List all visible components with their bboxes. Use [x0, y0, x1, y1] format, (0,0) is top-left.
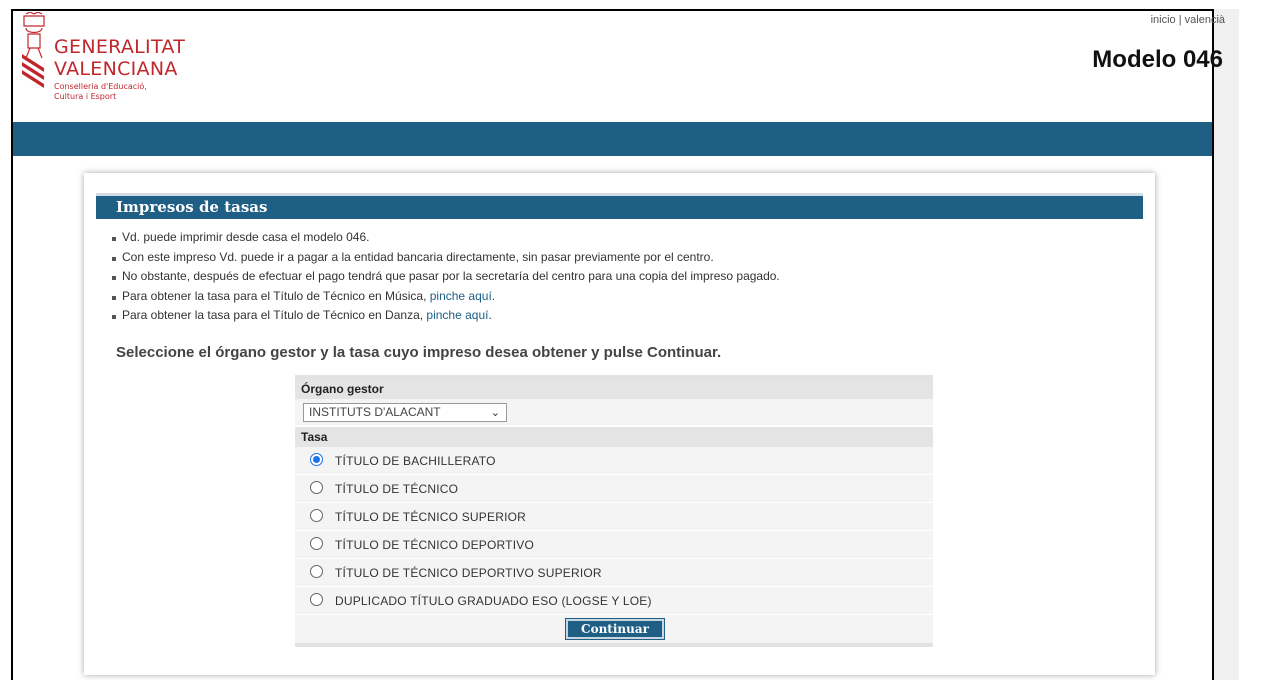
tasa-option[interactable]: TÍTULO DE TÉCNICO [295, 475, 933, 503]
radio-button[interactable] [310, 509, 323, 522]
continuar-button[interactable]: Continuar [565, 618, 665, 640]
list-item-text: Para obtener la tasa para el Título de T… [122, 308, 427, 323]
chevron-down-icon: ⌄ [490, 407, 500, 419]
header-bar [13, 122, 1212, 156]
list-item-text: Vd. puede imprimir desde casa el modelo … [122, 230, 370, 244]
tasa-form: Órgano gestor INSTITUTS D'ALACANT ⌄ Tasa… [295, 375, 933, 647]
logo-subtitle: Conselleria d'Educació, Cultura i Esport [54, 82, 147, 102]
page-margin [1239, 0, 1263, 680]
organo-select[interactable]: INSTITUTS D'ALACANT ⌄ [303, 403, 507, 422]
tasa-option-label: DUPLICADO TÍTULO GRADUADO ESO (LOGSE Y L… [335, 594, 652, 608]
organo-label: Órgano gestor [295, 379, 933, 399]
logo-title-line2: VALENCIANA [54, 58, 178, 80]
radio-button[interactable] [310, 593, 323, 606]
logo-subtitle-line1: Conselleria d'Educació, [54, 82, 147, 91]
radio-button[interactable] [310, 565, 323, 578]
list-item-text: Con este impreso Vd. puede ir a pagar a … [122, 249, 714, 264]
radio-button[interactable] [310, 537, 323, 550]
list-item: Para obtener la tasa para el Título de T… [112, 287, 780, 307]
list-item: No obstante, después de efectuar el pago… [112, 267, 780, 287]
instruction-text: Seleccione el órgano gestor y la tasa cu… [116, 344, 722, 361]
crest-icon [22, 12, 45, 88]
tasa-option-label: TÍTULO DE BACHILLERATO [335, 454, 496, 468]
tasa-option-label: TÍTULO DE TÉCNICO SUPERIOR [335, 510, 527, 524]
top-links: inicio | valencià [1151, 14, 1225, 26]
info-list: Vd. puede imprimir desde casa el modelo … [112, 228, 780, 326]
danza-link[interactable]: pinche aquí [426, 308, 488, 322]
list-item: Para obtener la tasa para el Título de T… [112, 306, 780, 326]
scrollbar[interactable] [1214, 9, 1240, 680]
tasa-option[interactable]: TÍTULO DE TÉCNICO DEPORTIVO SUPERIOR [295, 559, 933, 587]
logo-title-line1: GENERALITAT [54, 36, 186, 58]
main-panel: Impresos de tasas Vd. puede imprimir des… [84, 173, 1155, 675]
list-item: Vd. puede imprimir desde casa el modelo … [112, 228, 780, 248]
page-title: Modelo 046 [1092, 46, 1223, 73]
inicio-link[interactable]: inicio [1151, 14, 1176, 26]
panel-heading-text: Impresos de tasas [116, 198, 268, 216]
top-links-separator: | [1178, 14, 1182, 26]
tasa-option-label: TÍTULO DE TÉCNICO DEPORTIVO [335, 538, 534, 552]
tasa-option-label: TÍTULO DE TÉCNICO DEPORTIVO SUPERIOR [335, 566, 602, 580]
tasa-option-label: TÍTULO DE TÉCNICO [335, 482, 459, 496]
submit-row: Continuar [295, 615, 933, 643]
language-link[interactable]: valencià [1185, 14, 1225, 26]
generalitat-logo[interactable]: GENERALITAT VALENCIANA Conselleria d'Edu… [20, 12, 220, 122]
radio-button[interactable] [310, 481, 323, 494]
tasa-label: Tasa [295, 427, 933, 447]
organo-row: INSTITUTS D'ALACANT ⌄ [295, 399, 933, 427]
musica-link[interactable]: pinche aquí [430, 289, 492, 303]
form-divider [295, 643, 933, 647]
tasa-option[interactable]: DUPLICADO TÍTULO GRADUADO ESO (LOGSE Y L… [295, 587, 933, 615]
panel-heading: Impresos de tasas [96, 193, 1143, 219]
list-item: Con este impreso Vd. puede ir a pagar a … [112, 248, 780, 268]
tasa-option[interactable]: TÍTULO DE TÉCNICO SUPERIOR [295, 503, 933, 531]
list-item-text: No obstante, después de efectuar el pago… [122, 269, 780, 284]
logo-subtitle-line2: Cultura i Esport [54, 92, 117, 101]
list-item-text: Para obtener la tasa para el Título de T… [122, 288, 430, 303]
tasa-option[interactable]: TÍTULO DE TÉCNICO DEPORTIVO [295, 531, 933, 559]
organo-select-value: INSTITUTS D'ALACANT [309, 405, 441, 419]
radio-button[interactable] [310, 453, 323, 466]
logo-title: GENERALITAT VALENCIANA [54, 36, 185, 80]
tasa-option[interactable]: TÍTULO DE BACHILLERATO [295, 447, 933, 475]
